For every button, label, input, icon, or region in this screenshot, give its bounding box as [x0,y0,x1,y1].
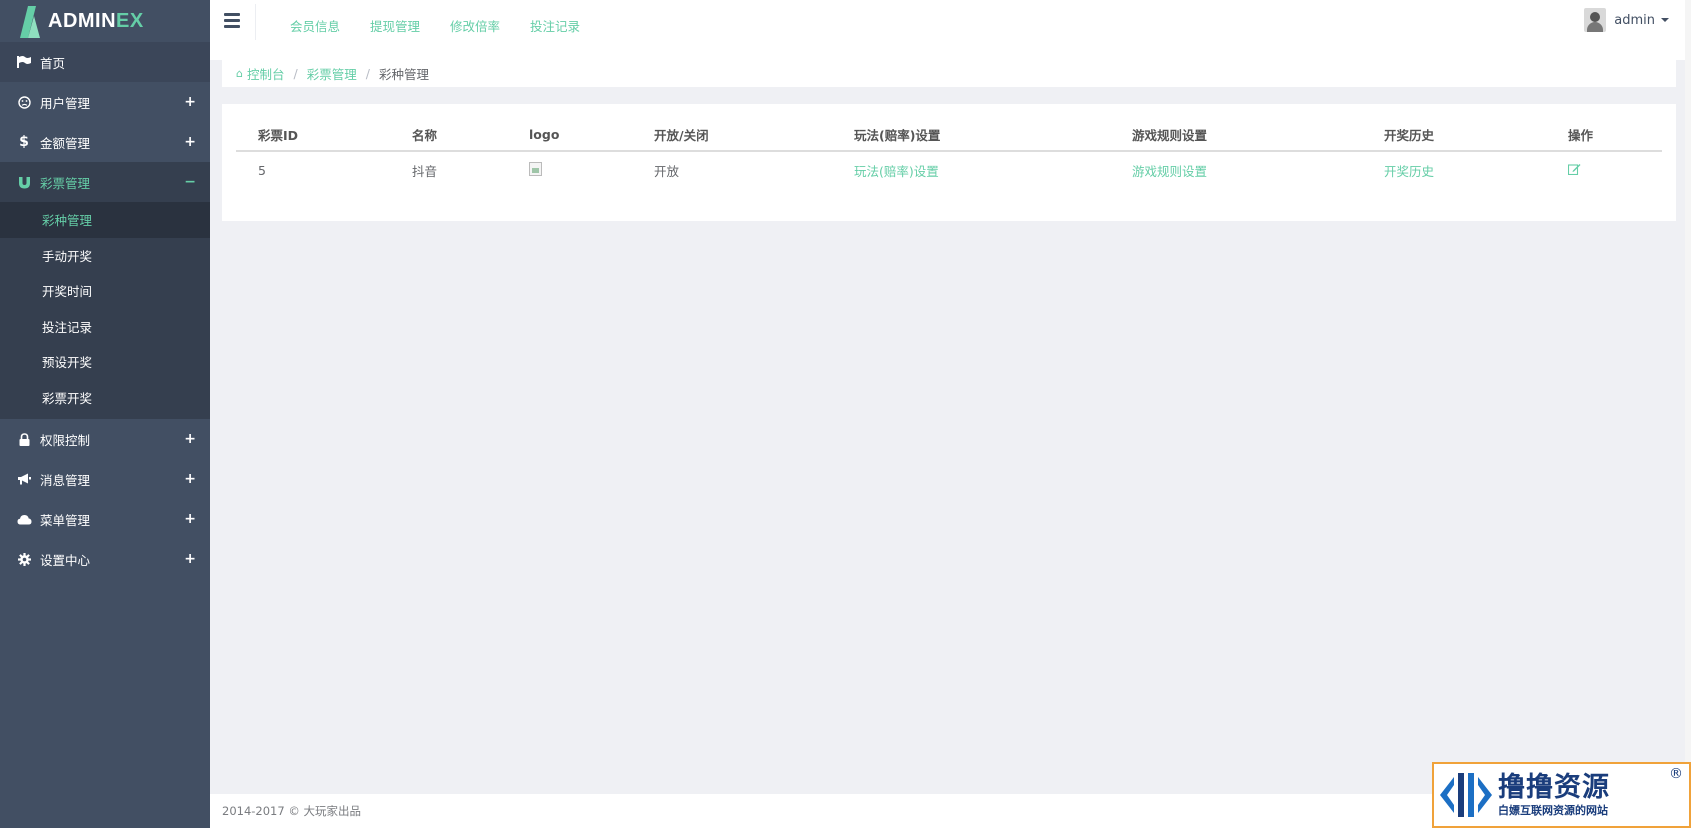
top-link-withdrawals[interactable]: 提现管理 [370,16,420,35]
cell-rule-settings: 游戏规则设置 [1110,151,1362,188]
expand-icon[interactable]: + [184,471,196,487]
top-header: 会员信息 提现管理 修改倍率 投注记录 admin [210,0,1691,60]
breadcrumb: ⌂ 控制台 / 彩票管理 / 彩种管理 [222,60,1676,87]
watermark-subtitle: 白嫖互联网资源的网站 [1498,804,1608,817]
lottery-submenu: 彩种管理 手动开奖 开奖时间 投注记录 预设开奖 彩票开奖 [0,202,210,419]
logo-text: ADMINEX [48,9,144,32]
top-link-bet-records[interactable]: 投注记录 [530,16,580,35]
flag-icon [16,56,32,68]
home-icon: ⌂ [236,67,243,80]
collapse-icon[interactable]: − [184,174,196,190]
sidebar: ADMINEX 首页 用户管理 + $ 金额管理 + 彩票管理 − 彩种管理 手… [0,0,210,828]
dollar-icon: $ [19,134,29,150]
submenu-item-draw-time[interactable]: 开奖时间 [0,273,210,309]
sidebar-item-label: 首页 [40,55,66,71]
col-header-rule-settings: 游戏规则设置 [1110,118,1362,152]
user-name: admin [1614,12,1655,28]
sidebar-item-label: 金额管理 [40,135,91,151]
top-link-odds[interactable]: 修改倍率 [450,16,500,35]
col-header-play-settings: 玩法(赔率)设置 [832,118,1110,152]
sidebar-item-home[interactable]: 首页 [0,42,210,82]
submenu-item-lottery-types[interactable]: 彩种管理 [0,202,210,238]
sidebar-item-settings[interactable]: 设置中心 + [0,539,210,579]
cloud-icon [16,514,32,525]
magnet-icon [16,176,32,189]
sidebar-item-label: 菜单管理 [40,512,91,528]
col-header-status: 开放/关闭 [632,118,832,152]
sidebar-item-label: 用户管理 [40,95,91,111]
avatar [1584,8,1607,32]
cell-id: 5 [258,162,266,178]
breadcrumb-home[interactable]: 控制台 [247,64,285,83]
table-header-row: 彩票ID 名称 logo 开放/关闭 玩法(赔率)设置 游戏规则设置 开奖历史 … [236,118,1662,152]
top-nav: 会员信息 提现管理 修改倍率 投注记录 [290,16,580,35]
bullhorn-icon [16,473,32,485]
scrollbar-track[interactable] [1685,0,1691,828]
play-settings-link[interactable]: 玩法(赔率)设置 [854,164,939,179]
watermark-banner: 撸撸资源 白嫖互联网资源的网站 ® [1432,762,1691,828]
user-menu[interactable]: admin [1584,8,1669,32]
cell-draw-history: 开奖历史 [1362,151,1546,188]
cell-actions [1546,151,1662,188]
top-link-member-info[interactable]: 会员信息 [290,16,340,35]
lottery-table: 彩票ID 名称 logo 开放/关闭 玩法(赔率)设置 游戏规则设置 开奖历史 … [236,118,1662,188]
col-header-logo: logo [507,118,632,152]
cell-name: 抖音 [412,163,438,179]
cell-play-settings: 玩法(赔率)设置 [832,151,1110,188]
expand-icon[interactable]: + [184,431,196,447]
footer-copyright: 2014-2017 © 大玩家出品 [222,804,361,818]
expand-icon[interactable]: + [184,134,196,150]
expand-icon[interactable]: + [184,551,196,567]
cell-logo [507,151,632,188]
sidebar-item-label: 权限控制 [40,432,91,448]
expand-icon[interactable]: + [184,511,196,527]
col-header-id: 彩票ID [236,118,390,152]
sidebar-item-label: 彩票管理 [40,175,91,191]
submenu-item-lottery-draw[interactable]: 彩票开奖 [0,380,210,416]
watermark-title: 撸撸资源 [1498,772,1610,803]
gear-icon [16,552,32,566]
registered-mark: ® [1669,766,1683,782]
sidebar-item-messages[interactable]: 消息管理 + [0,459,210,499]
sidebar-item-lottery[interactable]: 彩票管理 − [0,162,210,202]
lottery-table-panel: 彩票ID 名称 logo 开放/关闭 玩法(赔率)设置 游戏规则设置 开奖历史 … [222,104,1676,221]
sidebar-item-label: 设置中心 [40,552,91,568]
breadcrumb-parent[interactable]: 彩票管理 [307,64,357,83]
header-divider [255,4,256,40]
app-logo[interactable]: ADMINEX [0,0,210,42]
sidebar-item-menus[interactable]: 菜单管理 + [0,499,210,539]
lock-icon [16,432,32,446]
submenu-item-manual-draw[interactable]: 手动开奖 [0,238,210,274]
user-circle-icon [16,95,32,109]
logo-image [529,161,542,176]
edit-icon[interactable] [1567,163,1581,178]
sidebar-item-permissions[interactable]: 权限控制 + [0,419,210,459]
caret-down-icon [1661,18,1669,22]
breadcrumb-separator: / [365,66,370,81]
menu-toggle-icon[interactable] [224,13,240,28]
submenu-item-preset-draw[interactable]: 预设开奖 [0,344,210,380]
col-header-draw-history: 开奖历史 [1362,118,1546,152]
cell-status: 开放 [654,163,680,179]
expand-icon[interactable]: + [184,94,196,110]
col-header-actions: 操作 [1546,118,1662,152]
watermark-text: 撸撸资源 白嫖互联网资源的网站 [1498,772,1610,818]
col-header-name: 名称 [390,118,507,152]
breadcrumb-separator: / [293,66,298,81]
draw-history-link[interactable]: 开奖历史 [1384,164,1434,179]
sidebar-item-label: 消息管理 [40,472,91,488]
table-row: 5 抖音 开放 玩法(赔率)设置 游戏规则设置 开奖历史 [236,151,1662,188]
watermark-logo-icon [1440,773,1492,817]
breadcrumb-current: 彩种管理 [378,67,429,82]
sidebar-item-users[interactable]: 用户管理 + [0,82,210,122]
sidebar-item-money[interactable]: $ 金额管理 + [0,122,210,162]
logo-mark-icon [20,6,40,38]
submenu-item-bet-records[interactable]: 投注记录 [0,309,210,345]
rule-settings-link[interactable]: 游戏规则设置 [1132,164,1207,179]
